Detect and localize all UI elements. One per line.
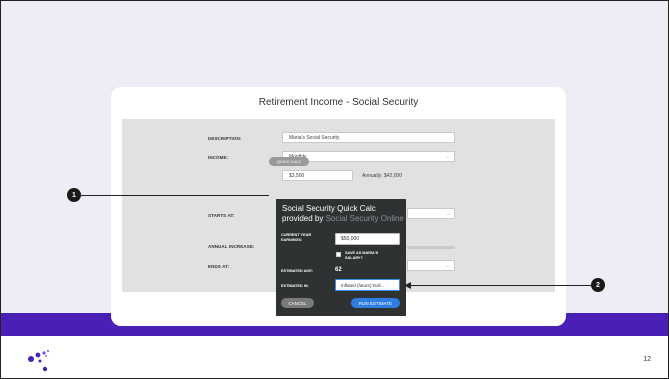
chevron-down-icon: ⌄ (445, 262, 450, 269)
chevron-down-icon: ⌄ (445, 153, 450, 160)
income-amount-value: $3,500 (289, 172, 305, 179)
cancel-button[interactable]: CANCEL (281, 298, 314, 308)
chevron-down-icon: ⌄ (445, 210, 450, 217)
popup-title-brand: Social Security Online (325, 214, 404, 223)
earnings-value: $50,000 (341, 236, 360, 242)
popup-title-prefix: provided by (282, 214, 326, 223)
estimated-in-label: ESTIMATED IN: (281, 284, 309, 288)
starts-at-select[interactable]: ⌄ (407, 208, 455, 219)
current-year-label-line2: EARNINGS: (281, 238, 303, 242)
earnings-input[interactable]: $50,000 (335, 233, 400, 245)
estimated-in-value: Inflated (future) Doll... (341, 282, 385, 288)
popup-title-line2: provided by Social Security Online (282, 214, 404, 224)
current-year-earnings-label: CURRENT YEAR EARNINGS: (281, 233, 311, 243)
callout-2-badge: 2 (591, 278, 605, 292)
annual-increase-label: ANNUAL INCREASE: (208, 244, 255, 249)
description-input[interactable]: Maria's Social Security (282, 132, 455, 143)
page-number: 12 (643, 356, 651, 363)
description-value: Maria's Social Security (289, 134, 340, 141)
callout-2-line (409, 285, 591, 286)
starts-at-label: STARTS AT: (208, 213, 235, 218)
quick-calc-popup: Social Security Quick Calc provided by S… (276, 199, 406, 316)
annually-text: Annually: $42,000 (362, 173, 403, 179)
save-salary-checkbox[interactable] (336, 252, 341, 257)
ends-at-select[interactable]: ⌄ (407, 260, 455, 271)
estimated-in-select[interactable]: Inflated (future) Doll... (335, 279, 400, 291)
slide: Retirement Income - Social Security DESC… (0, 0, 669, 379)
arrow-left-icon (404, 282, 411, 289)
income-label: INCOME: (208, 155, 229, 160)
income-amount-input[interactable]: $3,500 (282, 170, 353, 181)
card-title: Retirement Income - Social Security (258, 97, 419, 108)
callout-1-badge: 1 (67, 188, 81, 202)
quick-calc-button[interactable]: QUICK CALC (269, 157, 309, 166)
annual-increase-slider[interactable] (407, 246, 455, 249)
save-salary-label-line2: SALARY? (345, 256, 363, 260)
company-logo (28, 349, 50, 372)
estimated-age-label: ESTIMATED AGE: (281, 269, 314, 273)
callout-1-line (81, 195, 269, 196)
estimated-age-value: 62 (335, 267, 342, 273)
save-salary-label: SAVE AS MARIA'S SALARY? (345, 251, 378, 261)
run-estimate-button[interactable]: RUN ESTIMATE (351, 298, 400, 308)
ends-at-label: ENDS AT: (208, 264, 230, 269)
popup-title: Social Security Quick Calc provided by S… (282, 204, 404, 224)
description-label: DESCRIPTION: (208, 136, 242, 141)
popup-title-line1: Social Security Quick Calc (282, 204, 376, 213)
